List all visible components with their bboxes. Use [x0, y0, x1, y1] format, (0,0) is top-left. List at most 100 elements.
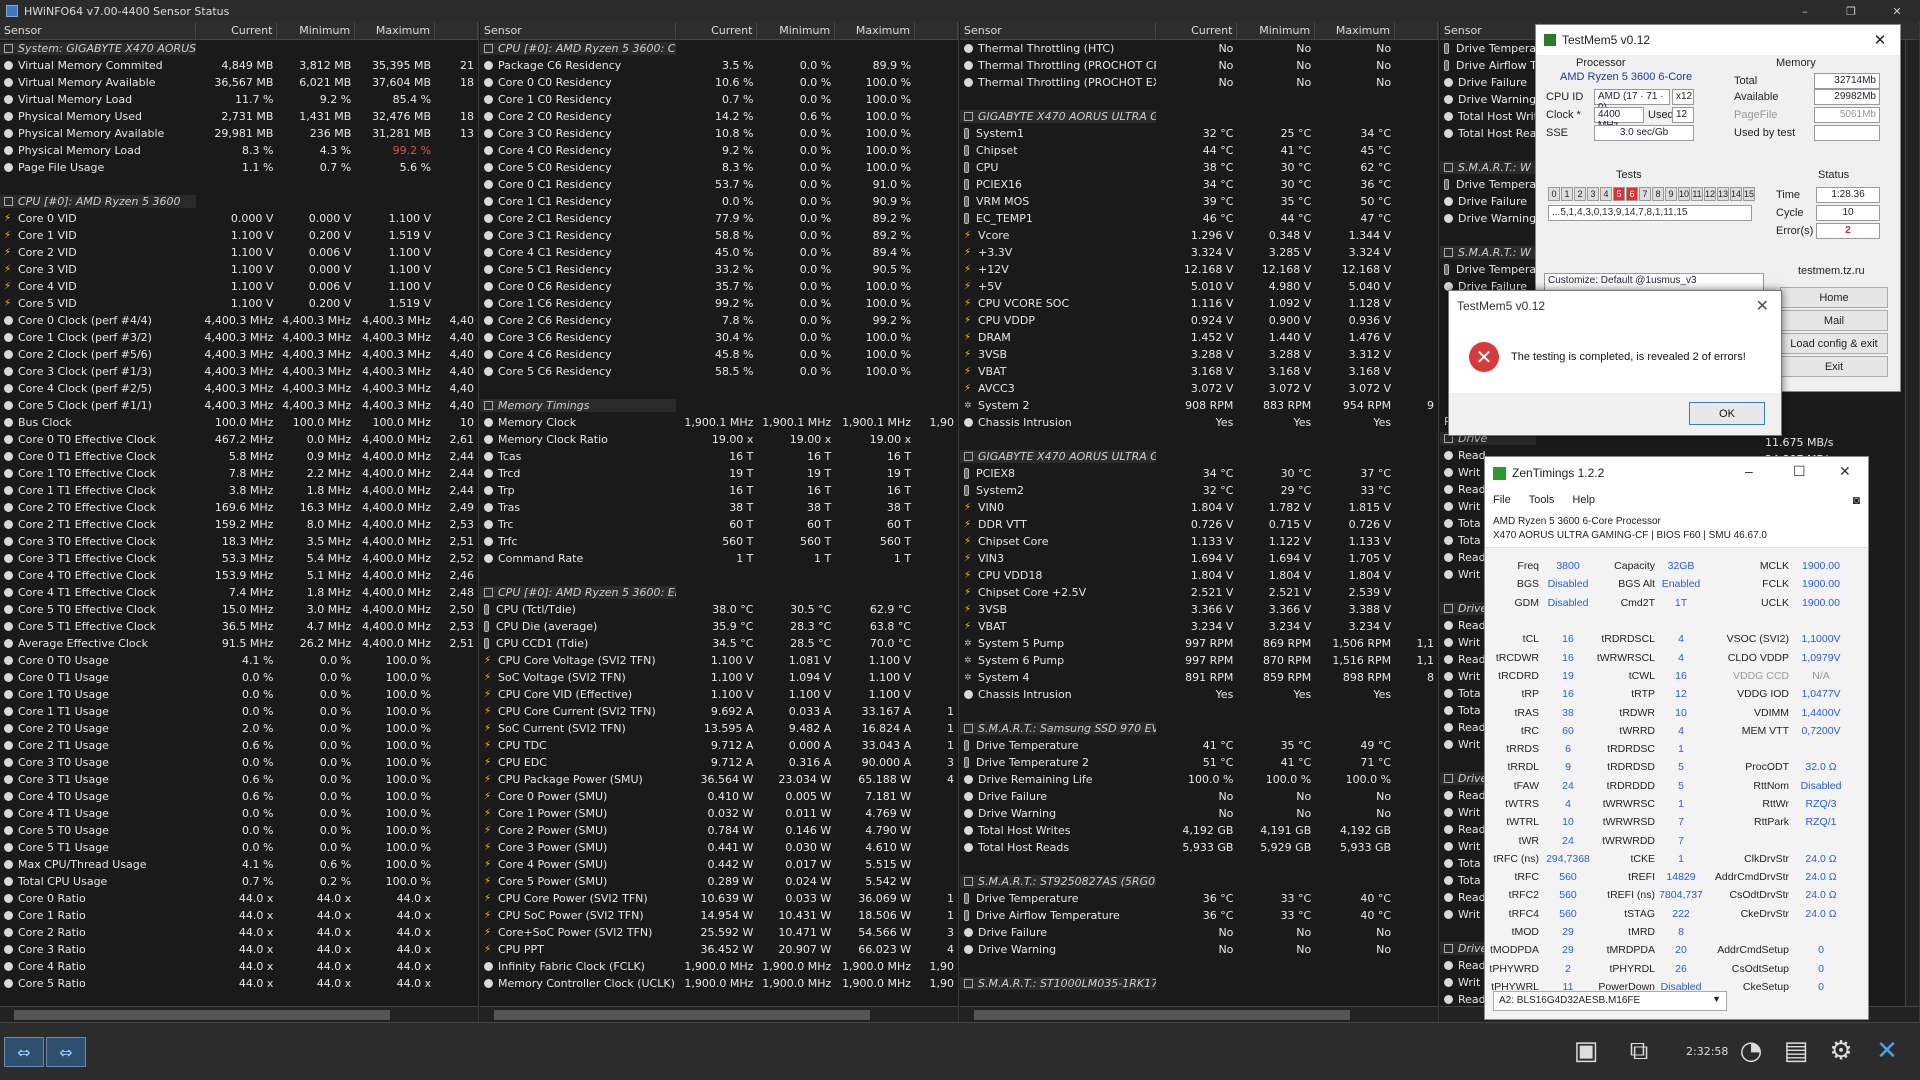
- site-link[interactable]: testmem.tz.ru: [1798, 265, 1865, 277]
- header-current[interactable]: Current: [1156, 22, 1238, 39]
- sensor-row[interactable]: Total Host Writes 4,192 GB 4,191 GB 4,192 G…: [960, 822, 1438, 839]
- sensor-row[interactable]: Core 3 T0 Usage 0.0 % 0.0 % 100.0 %: [0, 754, 478, 771]
- sensor-row[interactable]: Core 5 Clock (perf #1/1) 4,400.3 MHz 4,400…: [0, 397, 478, 414]
- sensor-row[interactable]: Thermal Throttling (PROCHOT EXT) No No No: [960, 74, 1438, 91]
- sensor-row[interactable]: ⚡ Vcore 1.296 V 0.348 V 1.344 V: [960, 227, 1438, 244]
- sensor-row[interactable]: ⚡ AVCC3 3.072 V 3.072 V 3.072 V: [960, 380, 1438, 397]
- sensor-row[interactable]: ⚡ +5V 5.010 V 4.980 V 5.040 V: [960, 278, 1438, 295]
- sensor-row[interactable]: [960, 856, 1438, 873]
- sensor-row[interactable]: System2 32 °C 29 °C 33 °C: [960, 482, 1438, 499]
- navigate-left-icon[interactable]: ⇔: [4, 1037, 44, 1067]
- header-extra[interactable]: [1395, 22, 1438, 39]
- menu-file[interactable]: File: [1493, 494, 1511, 506]
- sensor-row[interactable]: Core 1 Ratio 44.0 x 44.0 x 44.0 x: [0, 907, 478, 924]
- sensor-row[interactable]: Core 1 Clock (perf #3/2) 4,400.3 MHz 4,400…: [0, 329, 478, 346]
- sensor-group[interactable]: S.M.A.R.T.: ST9250827AS (5RG0...: [960, 873, 1438, 890]
- sensor-row[interactable]: Drive Airflow Temperature 36 °C 33 °C 40 °C: [960, 907, 1438, 924]
- sensor-row[interactable]: ⚡ Core 2 VID 1.100 V 0.006 V 1.100 V: [0, 244, 478, 261]
- sensor-row[interactable]: PCIEX16 34 °C 30 °C 36 °C: [960, 176, 1438, 193]
- sensor-row[interactable]: [960, 91, 1438, 108]
- sensor-row[interactable]: Core 3 T1 Effective Clock 53.3 MHz 5.4 MHz…: [0, 550, 478, 567]
- header-minimum[interactable]: Minimum: [757, 22, 836, 39]
- sensor-row[interactable]: Core 0 Clock (perf #4/4) 4,400.3 MHz 4,400…: [0, 312, 478, 329]
- sensor-row[interactable]: Core 1 T0 Usage 0.0 % 0.0 % 100.0 %: [0, 686, 478, 703]
- sensor-row[interactable]: Core 0 T1 Usage 0.0 % 0.0 % 100.0 %: [0, 669, 478, 686]
- close-x-icon[interactable]: ✕: [1866, 1031, 1908, 1071]
- sensor-row[interactable]: ⚡ Core 4 Power (SMU) 0.442 W 0.017 W 5.515 W: [480, 856, 958, 873]
- settings-gear-icon[interactable]: ⚙: [1820, 1031, 1862, 1071]
- sensor-row[interactable]: Core 0 C1 Residency 53.7 % 0.0 % 91.0 %: [480, 176, 958, 193]
- sensor-row[interactable]: Core 5 C6 Residency 58.5 % 0.0 % 100.0 %: [480, 363, 958, 380]
- sensor-row[interactable]: ⚡ Chipset Core +2.5V 2.521 V 2.521 V 2.539 V: [960, 584, 1438, 601]
- dimm-selector[interactable]: A2: BLS16G4D32AESB.M16FE ▼: [1493, 991, 1727, 1011]
- sensor-row[interactable]: ⚡ Core 0 VID 0.000 V 0.000 V 1.100 V: [0, 210, 478, 227]
- sensor-row[interactable]: Core 1 T1 Usage 0.0 % 0.0 % 100.0 %: [0, 703, 478, 720]
- sensor-row[interactable]: ⚡ CPU VDD18 1.804 V 1.804 V 1.804 V: [960, 567, 1438, 584]
- sensor-row[interactable]: Page File Usage 1.1 % 0.7 % 5.6 %: [0, 159, 478, 176]
- sensor-row[interactable]: ⚡ +3.3V 3.324 V 3.285 V 3.324 V: [960, 244, 1438, 261]
- sensor-row[interactable]: Core 2 C0 Residency 14.2 % 0.6 % 100.0 %: [480, 108, 958, 125]
- sensor-row[interactable]: Drive Warning No No No: [960, 941, 1438, 958]
- sensor-row[interactable]: Core 1 T1 Effective Clock 3.8 MHz 1.8 MHz 4…: [0, 482, 478, 499]
- sensor-row[interactable]: Trp 16 T 16 T 16 T: [480, 482, 958, 499]
- sensor-row[interactable]: Virtual Memory Available 36,567 MB 6,021 M…: [0, 74, 478, 91]
- testmem5-close-icon[interactable]: ✕: [1860, 25, 1900, 55]
- sensor-row[interactable]: ⚡ SoC Voltage (SVI2 TFN) 1.100 V 1.094 V 1.1…: [480, 669, 958, 686]
- sensor-row[interactable]: ⚡ Core 3 Power (SMU) 0.441 W 0.030 W 4.610 W: [480, 839, 958, 856]
- sensor-row[interactable]: Core 4 T1 Effective Clock 7.4 MHz 1.8 MHz 4…: [0, 584, 478, 601]
- dialog-close-icon[interactable]: ✕: [1756, 296, 1769, 316]
- sensor-row[interactable]: [0, 176, 478, 193]
- sensor-row[interactable]: Core 5 T1 Effective Clock 36.5 MHz 4.7 MHz…: [0, 618, 478, 635]
- sensor-row[interactable]: Drive Failure No No No: [960, 924, 1438, 941]
- sensor-row[interactable]: Core 3 Clock (perf #1/3) 4,400.3 MHz 4,400…: [0, 363, 478, 380]
- network-icon[interactable]: ⧉: [1618, 1031, 1660, 1071]
- sensor-row[interactable]: Core 3 C6 Residency 30.4 % 0.0 % 100.0 %: [480, 329, 958, 346]
- header-minimum[interactable]: Minimum: [1237, 22, 1316, 39]
- sensor-row[interactable]: ⚡ 3VSB 3.288 V 3.288 V 3.312 V: [960, 346, 1438, 363]
- sensor-row[interactable]: Drive Temperature 2 51 °C 41 °C 71 °C: [960, 754, 1438, 771]
- mail-button[interactable]: Mail: [1780, 310, 1888, 331]
- sensor-row[interactable]: VRM MOS 39 °C 35 °C 50 °C: [960, 193, 1438, 210]
- sensor-row[interactable]: Core 2 C1 Residency 77.9 % 0.0 % 89.2 %: [480, 210, 958, 227]
- sensor-row[interactable]: Core 5 C0 Residency 8.3 % 0.0 % 100.0 %: [480, 159, 958, 176]
- header-sensor[interactable]: Sensor: [960, 22, 1156, 39]
- sensor-row[interactable]: ⚡ CPU Core Power (SVI2 TFN) 10.639 W 0.033 …: [480, 890, 958, 907]
- sensor-row[interactable]: [960, 958, 1438, 975]
- sensor-row[interactable]: Virtual Memory Load 11.7 % 9.2 % 85.4 %: [0, 91, 478, 108]
- sensor-row[interactable]: Core 0 T0 Effective Clock 467.2 MHz 0.0 MH…: [0, 431, 478, 448]
- sensor-row[interactable]: ⚡ CPU EDC 9.712 A 0.316 A 90.000 A3: [480, 754, 958, 771]
- sensor-row[interactable]: Thermal Throttling (PROCHOT CPU) No No No: [960, 57, 1438, 74]
- sensor-row[interactable]: ✲ System 6 Pump 997 RPM 870 RPM 1,516 RPM 1,1: [960, 652, 1438, 669]
- zentimings-minimize-button[interactable]: –: [1745, 463, 1753, 479]
- sensor-row[interactable]: Drive Remaining Life 100.0 % 100.0 % 100.0 …: [960, 771, 1438, 788]
- sensor-row[interactable]: ✲ System 2 908 RPM 883 RPM 954 RPM 9: [960, 397, 1438, 414]
- header-sensor[interactable]: Sensor: [1440, 22, 1540, 39]
- header-current[interactable]: Current: [676, 22, 758, 39]
- sensor-row[interactable]: CPU 38 °C 30 °C 62 °C: [960, 159, 1438, 176]
- sensor-row[interactable]: Core 4 C1 Residency 45.0 % 0.0 % 89.4 %: [480, 244, 958, 261]
- sensor-row[interactable]: ⚡ CPU Core Current (SVI2 TFN) 9.692 A 0.033…: [480, 703, 958, 720]
- sensor-row[interactable]: ⚡ CPU Core VID (Effective) 1.100 V 1.100 V1…: [480, 686, 958, 703]
- sensor-row[interactable]: EC_TEMP1 46 °C 44 °C 47 °C: [960, 210, 1438, 227]
- sensor-row[interactable]: Drive Temperature 41 °C 35 °C 49 °C: [960, 737, 1438, 754]
- report-icon[interactable]: ▤: [1775, 1031, 1817, 1071]
- sensor-group[interactable]: S.M.A.R.T.: Samsung SSD 970 EV...: [960, 720, 1438, 737]
- sensor-row[interactable]: Drive Warning No No No: [960, 805, 1438, 822]
- sensor-row[interactable]: ⚡ DDR VTT 0.726 V 0.715 V 0.726 V: [960, 516, 1438, 533]
- sensor-row[interactable]: Core 2 T1 Effective Clock 159.2 MHz 8.0 MH…: [0, 516, 478, 533]
- sensor-row[interactable]: Core 5 T0 Usage 0.0 % 0.0 % 100.0 %: [0, 822, 478, 839]
- sensor-row[interactable]: Core 2 T0 Usage 2.0 % 0.0 % 100.0 %: [0, 720, 478, 737]
- sensor-row[interactable]: ⚡ CPU Core Voltage (SVI2 TFN) 1.100 V 1.081…: [480, 652, 958, 669]
- header-minimum[interactable]: Minimum: [277, 22, 356, 39]
- sensor-row[interactable]: Core 5 T1 Usage 0.0 % 0.0 % 100.0 %: [0, 839, 478, 856]
- sensor-row[interactable]: ⚡ CPU Package Power (SMU) 36.564 W 23.034 W…: [480, 771, 958, 788]
- sensor-group[interactable]: GIGABYTE X470 AORUS ULTRA GA...: [960, 108, 1438, 125]
- sensor-row[interactable]: Physical Memory Load 8.3 % 4.3 % 99.2 %: [0, 142, 478, 159]
- sensor-row[interactable]: Chipset 44 °C 41 °C 45 °C: [960, 142, 1438, 159]
- sensor-row[interactable]: ⚡ DRAM 1.452 V 1.440 V 1.476 V: [960, 329, 1438, 346]
- header-sensor[interactable]: Sensor: [0, 22, 196, 39]
- sensor-row[interactable]: Max CPU/Thread Usage 4.1 % 0.6 % 100.0 %: [0, 856, 478, 873]
- camera-icon[interactable]: ◙: [1853, 493, 1860, 507]
- navigate-right-icon[interactable]: ⇔: [46, 1037, 86, 1067]
- header-sensor[interactable]: Sensor: [480, 22, 676, 39]
